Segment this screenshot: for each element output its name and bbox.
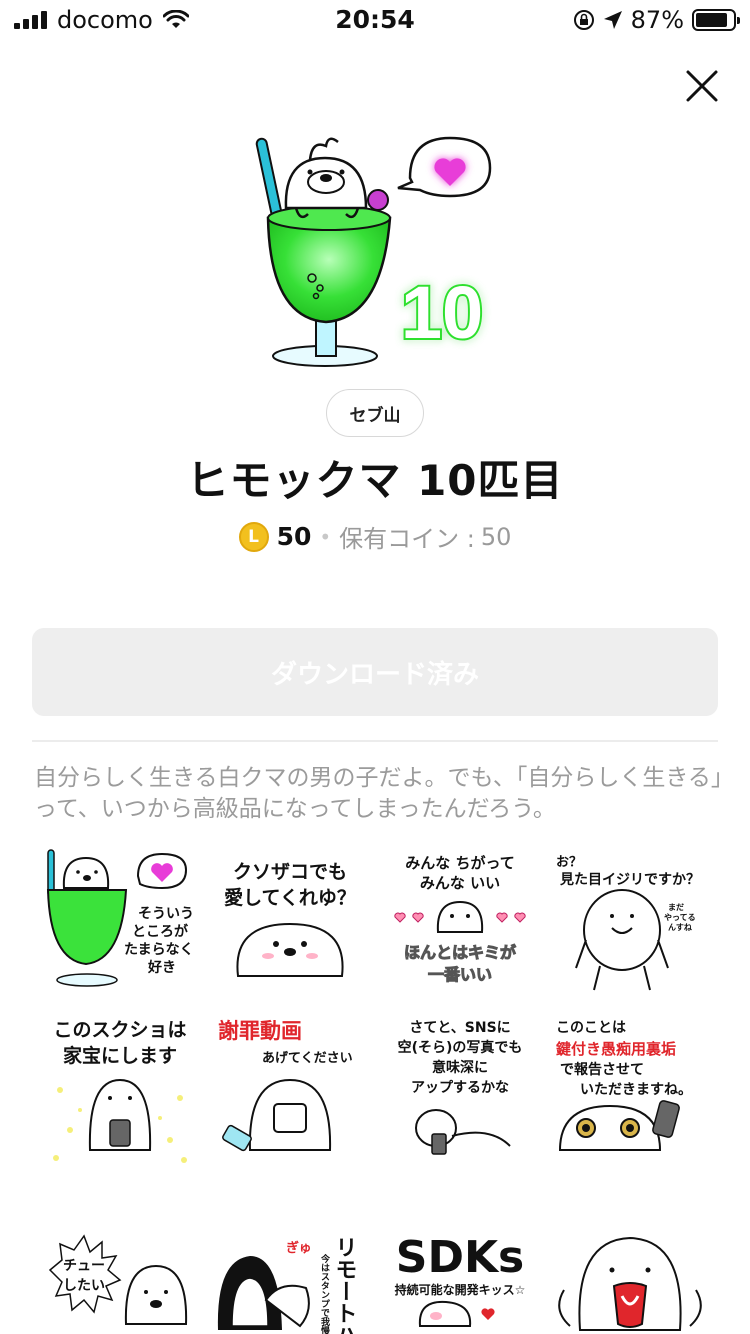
sticker-item-7[interactable]: さてと、SNSに 空(そら)の写真でも 意味深に アップするかな xyxy=(380,1010,540,1170)
main-sticker-image: 10 xyxy=(255,136,492,367)
divider xyxy=(32,740,718,742)
svg-text:やってる: やってる xyxy=(664,912,696,922)
svg-text:好き: 好き xyxy=(147,959,176,976)
sticker-item-5[interactable]: このスクショは 家宝にします xyxy=(40,1010,200,1170)
close-icon[interactable] xyxy=(676,60,728,112)
orientation-lock-icon xyxy=(573,10,594,30)
price-value: 50 xyxy=(276,522,312,551)
battery-percent: 87% xyxy=(630,6,684,34)
owned-coins-label: 保有コイン : xyxy=(339,525,475,553)
sticker-item-9[interactable]: チュー したい xyxy=(40,1230,200,1334)
pack-title: ヒモックマ 10匹目 xyxy=(186,456,564,505)
svg-text:一番いい: 一番いい xyxy=(428,965,492,984)
svg-text:さてと、SNSに: さてと、SNSに xyxy=(409,1020,510,1036)
svg-text:鍵付き愚痴用裏垢: 鍵付き愚痴用裏垢 xyxy=(556,1040,676,1058)
svg-text:愛してくれゆ？: 愛してくれゆ？ xyxy=(224,887,356,909)
coin-icon: L xyxy=(238,521,269,552)
status-bar: docomo 20:54 87% xyxy=(0,0,750,40)
sticker-item-8[interactable]: このことは 鍵付き愚痴用裏垢 で報告させて いただきますね。 xyxy=(550,1010,710,1170)
svg-text:ほんとはキミが: ほんとはキミが xyxy=(404,943,516,962)
svg-text:空(そら)の写真でも: 空(そら)の写真でも xyxy=(398,1039,523,1056)
svg-text:謝罪動画: 謝罪動画 xyxy=(218,1019,302,1043)
sticker-item-10[interactable]: ぎゅ リモートハ 今はスタンプで我慢 xyxy=(210,1230,370,1334)
svg-text:意味深に: 意味深に xyxy=(432,1059,488,1076)
battery-icon xyxy=(692,9,740,31)
svg-text:みんな ちがって: みんな ちがって xyxy=(405,854,514,872)
svg-text:ぎゅ: ぎゅ xyxy=(286,1240,312,1256)
svg-text:リモートハ: リモートハ xyxy=(332,1236,357,1334)
svg-text:このスクショは: このスクショは xyxy=(53,1019,186,1041)
svg-text:で報告させて: で報告させて xyxy=(560,1061,644,1078)
svg-text:このことは: このことは xyxy=(556,1020,626,1036)
sticker-item-12[interactable] xyxy=(550,1230,710,1334)
svg-text:んすね: んすね xyxy=(668,923,692,932)
creator-button[interactable]: セブ山 xyxy=(326,389,424,437)
svg-text:したい: したい xyxy=(63,1278,105,1294)
svg-text:そういう: そういう xyxy=(138,906,194,922)
svg-text:アップするかな: アップするかな xyxy=(411,1080,509,1096)
sticker-item-1[interactable]: そういう ところが たまらなく 好き xyxy=(40,840,200,1000)
sticker-item-4[interactable]: お？ 見た目イジリですか？ まだ やってる んすね xyxy=(550,840,710,1000)
svg-text:持続可能な開発キッス☆: 持続可能な開発キッス☆ xyxy=(395,1282,526,1297)
sticker-item-3[interactable]: みんな ちがって みんな いい ほんとはキミが 一番いい xyxy=(380,840,540,1000)
svg-text:今はスタンプで我慢: 今はスタンプで我慢 xyxy=(319,1253,331,1334)
svg-text:見た目イジリですか？: 見た目イジリですか？ xyxy=(559,872,700,888)
download-button[interactable]: ダウンロード済み xyxy=(32,628,718,716)
svg-text:いただきますね。: いただきますね。 xyxy=(580,1082,692,1098)
status-right: 87% xyxy=(573,6,740,34)
sticker-item-2[interactable]: クソザコでも 愛してくれゆ？ xyxy=(210,840,370,1000)
pack-description: 自分らしく生きる白クマの男の子だよ。でも、「自分らしく生きる」って、いつから高級… xyxy=(34,765,723,822)
location-arrow-icon xyxy=(603,11,622,29)
svg-text:あげてください: あげてください xyxy=(262,1050,353,1066)
owned-coins-value: 50 xyxy=(480,522,512,551)
svg-text:家宝にします: 家宝にします xyxy=(63,1044,177,1067)
sticker-number: 10 xyxy=(401,271,483,354)
separator: • xyxy=(319,524,332,549)
svg-text:クソザコでも: クソザコでも xyxy=(233,861,347,883)
svg-text:お？: お？ xyxy=(556,855,582,870)
svg-text:たまらなく: たまらなく xyxy=(124,942,194,958)
svg-text:SDKs: SDKs xyxy=(396,1232,525,1283)
sticker-item-11[interactable]: SDKs 持続可能な開発キッス☆ xyxy=(380,1230,540,1334)
svg-text:みんな いい: みんな いい xyxy=(420,874,500,892)
price-row: L 50 • 保有コイン : 50 xyxy=(0,519,750,554)
svg-text:ところが: ところが xyxy=(132,923,189,940)
svg-text:チュー: チュー xyxy=(63,1258,105,1274)
svg-text:まだ: まだ xyxy=(668,903,684,912)
sticker-item-6[interactable]: 謝罪動画 あげてください xyxy=(210,1010,370,1170)
